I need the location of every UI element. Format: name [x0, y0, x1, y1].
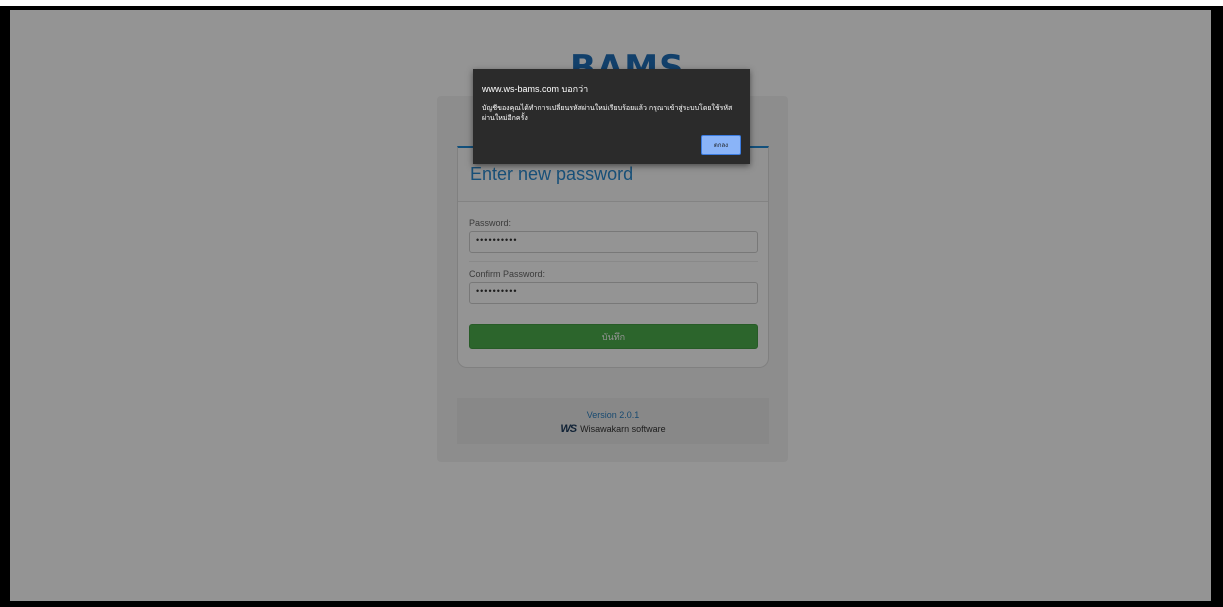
dialog-message: บัญชีของคุณได้ทำการเปลี่ยนรหัสผ่านใหม่เร… [482, 105, 733, 122]
dialog-ok-button[interactable]: ตกลง [701, 135, 741, 155]
dialog-title: www.ws-bams.com บอกว่า [482, 84, 589, 94]
screenshot-frame: BAMS Enter new password Password: ••••••… [0, 6, 1223, 607]
browser-viewport: BAMS Enter new password Password: ••••••… [10, 10, 1211, 601]
alert-dialog: www.ws-bams.com บอกว่า บัญชีของคุณได้ทำก… [473, 69, 750, 164]
